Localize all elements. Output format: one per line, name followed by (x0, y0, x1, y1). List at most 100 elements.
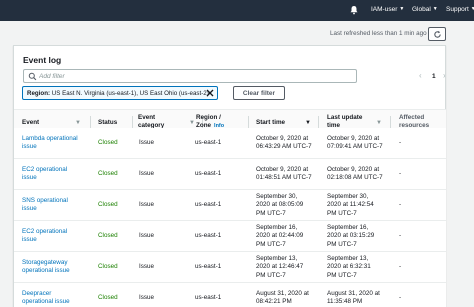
last-update-time: September 16, 2020 at 03:15:29 PM UTC-7 (327, 224, 374, 249)
affected-resources: - (399, 294, 402, 301)
event-category: Issue (139, 201, 155, 208)
event-name-line1: EC2 operational (22, 228, 68, 235)
status-text: Closed (98, 294, 118, 301)
last-update-line2: 2020 at 6:32:31 (327, 263, 371, 271)
last-update-line2: 02:18:08 AM UTC-7 (327, 174, 383, 182)
start-time: October 9, 2020 at 06:43:29 AM UTC-7 (256, 135, 312, 152)
sort-descending-icon[interactable]: ▼ (305, 119, 311, 127)
refresh-row: Last refreshed less than 1 min ago (0, 27, 474, 41)
event-name-line1: EC2 operational (22, 166, 68, 173)
sort-icon[interactable]: ▼ (189, 119, 195, 127)
start-time: August 31, 2020 at 08:42:21 PM (256, 290, 309, 307)
sort-icon[interactable]: ▼ (75, 119, 81, 127)
user-menu-label: IAM-user (371, 6, 398, 13)
affected-resources: - (399, 201, 402, 208)
event-region: us-east-1 (195, 294, 222, 301)
column-region-label-line1: Region / (196, 114, 221, 121)
event-link[interactable]: EC2 operational issue (22, 228, 67, 245)
event-table: Event ▼ Status Event category ▼ Region /… (14, 109, 446, 307)
support-menu-label: Support (446, 6, 469, 13)
event-name-line1: Deepracer (22, 290, 52, 297)
last-refreshed-text: Last refreshed less than 1 min ago (330, 30, 427, 37)
event-name-line2: operational issue (22, 267, 70, 275)
column-header-status[interactable]: Status (98, 119, 117, 127)
event-category: Issue (139, 170, 155, 177)
event-name-line2: operational issue (22, 298, 70, 306)
column-header-start-time[interactable]: Start time (256, 119, 285, 127)
sort-icon[interactable]: ▼ (376, 119, 382, 127)
table-row: EC2 operational issue Closed Issue us-east-1… (14, 221, 446, 252)
event-link[interactable]: SNS operational issue (22, 197, 68, 214)
filter-search-box[interactable] (23, 69, 357, 83)
start-time-line3: PM UTC-7 (256, 240, 286, 248)
last-update-line3: PM UTC-7 (327, 240, 357, 248)
status-text: Closed (98, 263, 118, 270)
event-link[interactable]: Storagegateway operational issue (22, 259, 70, 276)
event-name-line2: issue (22, 205, 37, 213)
event-name-line1: SNS operational (22, 197, 68, 204)
event-category: Issue (139, 139, 155, 146)
affected-resources: - (399, 139, 402, 146)
start-time: September 16, 2020 at 02:44:09 PM UTC-7 (256, 224, 303, 249)
start-time: October 9, 2020 at 01:48:51 AM UTC-7 (256, 166, 312, 183)
table-row: SNS operational issue Closed Issue us-east-1… (14, 190, 446, 221)
last-update-line1: October 9, 2020 at (327, 166, 380, 173)
start-time-line1: October 9, 2020 at (256, 166, 309, 173)
support-menu[interactable]: Support ▼ (446, 6, 474, 13)
start-time-line2: 08:42:21 PM (256, 298, 292, 306)
last-update-line1: September 16, (327, 224, 369, 231)
last-update-line3: PM UTC-7 (327, 209, 357, 217)
event-name-line1: Storagegateway (22, 259, 68, 266)
refresh-button[interactable] (428, 27, 446, 41)
top-navigation-bar: IAM-user ▼ Global ▼ Support ▼ (0, 0, 474, 21)
clear-filter-button[interactable]: Clear filter (233, 86, 285, 100)
search-icon (28, 72, 37, 81)
refresh-icon (433, 30, 441, 38)
user-menu[interactable]: IAM-user ▼ (371, 6, 404, 13)
status-text: Closed (98, 232, 118, 239)
column-header-event[interactable]: Event (22, 119, 39, 127)
filter-search-input[interactable] (39, 71, 349, 82)
last-update-line3: PM UTC-7 (327, 271, 357, 279)
column-affected-label-line1: Affected (399, 114, 425, 121)
column-status-label: Status (98, 119, 118, 126)
table-row: Lambda operational issue Closed Issue us-eas… (14, 128, 446, 159)
event-category: Issue (139, 232, 155, 239)
chevron-right-icon[interactable]: › (443, 72, 445, 80)
last-update-line1: September 13, (327, 255, 369, 262)
start-time: September 13, 2020 at 12:46:47 PM UTC-7 (256, 255, 303, 280)
filter-token-value: US East N. Virginia (us-east-1), US East… (51, 90, 209, 97)
close-icon[interactable] (205, 88, 215, 98)
last-update-line2: 2020 at 11:42:54 (327, 201, 374, 209)
column-event-label: Event (22, 119, 40, 126)
start-time-line3: PM UTC-7 (256, 209, 286, 217)
start-time-line1: September 16, (256, 224, 298, 231)
event-link[interactable]: Lambda operational issue (22, 135, 78, 152)
filter-token-key: Region: (27, 90, 51, 97)
last-update-line1: August 31, 2020 at (327, 290, 380, 297)
event-log-title: Event log (23, 55, 62, 65)
event-name-line2: issue (22, 143, 37, 151)
affected-resources: - (399, 232, 402, 239)
last-update-line1: September 30, (327, 193, 369, 200)
start-time-line1: September 13, (256, 255, 298, 262)
chevron-left-icon[interactable]: ‹ (419, 72, 422, 80)
event-link[interactable]: EC2 operational issue (22, 166, 67, 183)
start-time-line1: September 30, (256, 193, 298, 200)
event-region: us-east-1 (195, 139, 222, 146)
page-number[interactable]: 1 (432, 73, 436, 80)
status-text: Closed (98, 201, 118, 208)
region-menu[interactable]: Global ▼ (412, 6, 438, 13)
last-update-time: September 30, 2020 at 11:42:54 PM UTC-7 (327, 193, 374, 218)
event-category: Issue (139, 294, 155, 301)
last-update-time: October 9, 2020 at 07:09:41 AM UTC-7 (327, 135, 383, 152)
event-link[interactable]: Deepracer operational issue (22, 290, 70, 307)
event-region: us-east-1 (195, 232, 222, 239)
event-category: Issue (139, 263, 155, 270)
start-time-line1: August 31, 2020 at (256, 290, 309, 297)
bell-icon[interactable] (349, 5, 359, 15)
event-name-line1: Lambda operational (22, 135, 78, 142)
status-text: Closed (98, 139, 118, 146)
last-update-time: October 9, 2020 at 02:18:08 AM UTC-7 (327, 166, 383, 183)
last-update-line2: 2020 at 03:15:29 (327, 232, 375, 240)
